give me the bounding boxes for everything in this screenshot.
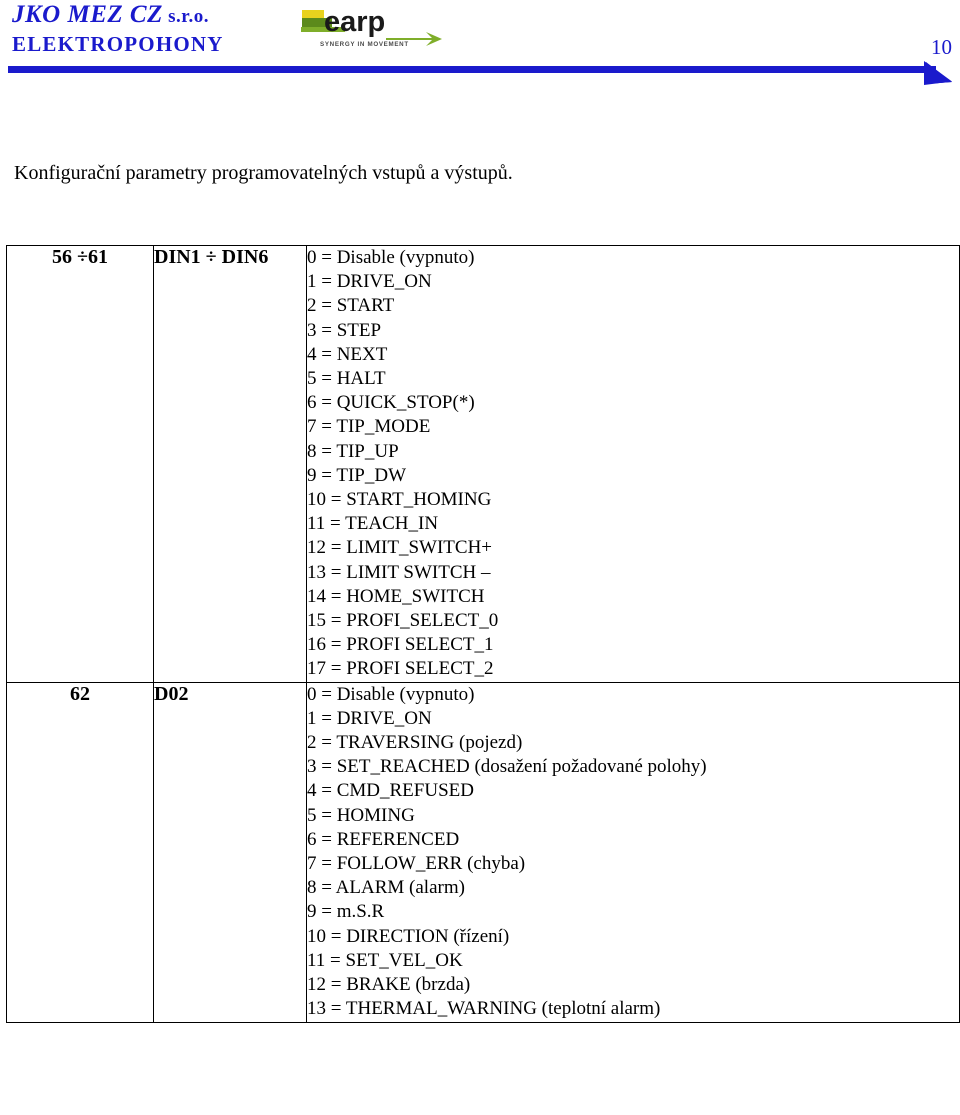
- value-list-item: 8 = TIP_UP: [307, 440, 399, 462]
- value-list-item: 1 = DRIVE_ON: [307, 271, 432, 293]
- value-list-item: 4 = NEXT: [307, 343, 388, 365]
- value-list: 0 = Disable (vypnuto) 1 = DRIVE_ON 2 = STA…: [307, 246, 959, 682]
- page-number: 10: [931, 35, 952, 59]
- value-list-item: 17 = PROFI SELECT_2: [307, 658, 494, 680]
- value-list-item: 8 = ALARM (alarm): [307, 877, 465, 899]
- value-list-item: 7 = FOLLOW_ERR (chyba): [307, 853, 526, 875]
- parameter-values-cell: 0 = Disable (vypnuto) 1 = DRIVE_ON 2 = STA…: [306, 245, 960, 683]
- parameter-address-cell: 62: [6, 681, 154, 1023]
- value-list-item: 11 = SET_VEL_OK: [307, 949, 463, 971]
- earp-logo: earp SYNERGY IN MOVEMENT: [300, 6, 450, 50]
- value-list-item: 13 = THERMAL_WARNING (teplotní alarm): [307, 998, 661, 1020]
- value-list-item: 4 = CMD_REFUSED: [307, 780, 474, 802]
- value-list-item: 10 = START_HOMING: [307, 489, 492, 511]
- company-logotype: JKO MEZ CZ s.r.o. ELEKTROPOHONY: [12, 2, 312, 57]
- value-list-item: 6 = REFERENCED: [307, 828, 460, 850]
- value-list-item: 5 = HALT: [307, 368, 386, 390]
- page-title: Konfigurační parametry programovatelných…: [14, 162, 513, 184]
- value-list-item: 10 = DIRECTION (řízení): [307, 925, 510, 947]
- value-list-item: 16 = PROFI SELECT_1: [307, 634, 494, 656]
- value-list-item: 12 = LIMIT_SWITCH+: [307, 537, 493, 559]
- header-rule-arrow: [8, 60, 952, 86]
- value-list-item: 0 = Disable (vypnuto): [307, 247, 475, 268]
- value-list-item: 2 = TRAVERSING (pojezd): [307, 732, 523, 754]
- value-list-item: 6 = QUICK_STOP(*): [307, 392, 475, 414]
- table-row: 62 D02 0 = Disable (vypnuto) 1 = DRIVE_ON…: [6, 681, 960, 1023]
- svg-text:SYNERGY IN MOVEMENT: SYNERGY IN MOVEMENT: [320, 41, 409, 48]
- parameter-name-cell: DIN1 ÷ DIN6: [153, 245, 307, 683]
- company-name-line1: JKO MEZ CZ s.r.o.: [12, 2, 312, 30]
- value-list-item: 15 = PROFI_SELECT_0: [307, 610, 499, 632]
- parameter-table: 56 ÷61 DIN1 ÷ DIN6 0 = Disable (vypnuto)…: [6, 245, 960, 1023]
- parameter-table-body: 56 ÷61 DIN1 ÷ DIN6 0 = Disable (vypnuto)…: [6, 245, 960, 1023]
- value-list-item: 0 = Disable (vypnuto): [307, 683, 475, 705]
- table-row: 56 ÷61 DIN1 ÷ DIN6 0 = Disable (vypnuto)…: [6, 245, 960, 683]
- value-list-item: 12 = BRAKE (brzda): [307, 974, 471, 996]
- parameter-name-cell: D02: [153, 681, 307, 1023]
- value-list-item: 2 = START: [307, 295, 395, 317]
- value-list-item: 1 = DRIVE_ON: [307, 707, 432, 729]
- value-list-item: 9 = TIP_DW: [307, 464, 407, 486]
- company-legal-form: s.r.o.: [168, 6, 209, 27]
- svg-text:earp: earp: [324, 6, 385, 38]
- parameter-values-cell: 0 = Disable (vypnuto) 1 = DRIVE_ON 2 = TRA…: [306, 681, 960, 1023]
- company-name-line2: ELEKTROPOHONY: [12, 32, 224, 56]
- value-list-item: 3 = STEP: [307, 319, 382, 341]
- value-list: 0 = Disable (vypnuto) 1 = DRIVE_ON 2 = TRA…: [307, 683, 959, 1022]
- value-list-item: 13 = LIMIT SWITCH –: [307, 561, 491, 583]
- value-list-item: 7 = TIP_MODE: [307, 416, 431, 438]
- value-list-item: 14 = HOME_SWITCH: [307, 585, 485, 607]
- value-list-item: 11 = TEACH_IN: [307, 513, 439, 535]
- value-list-item: 5 = HOMING: [307, 804, 415, 826]
- page-header: JKO MEZ CZ s.r.o. ELEKTROPOHONY earp SYN…: [0, 0, 960, 85]
- value-list-item: 9 = m.S.R: [307, 901, 385, 923]
- company-name-main: JKO MEZ CZ: [12, 1, 163, 28]
- parameter-address-cell: 56 ÷61: [6, 245, 154, 683]
- value-list-item: 3 = SET_REACHED (dosažení požadované pol…: [307, 756, 707, 778]
